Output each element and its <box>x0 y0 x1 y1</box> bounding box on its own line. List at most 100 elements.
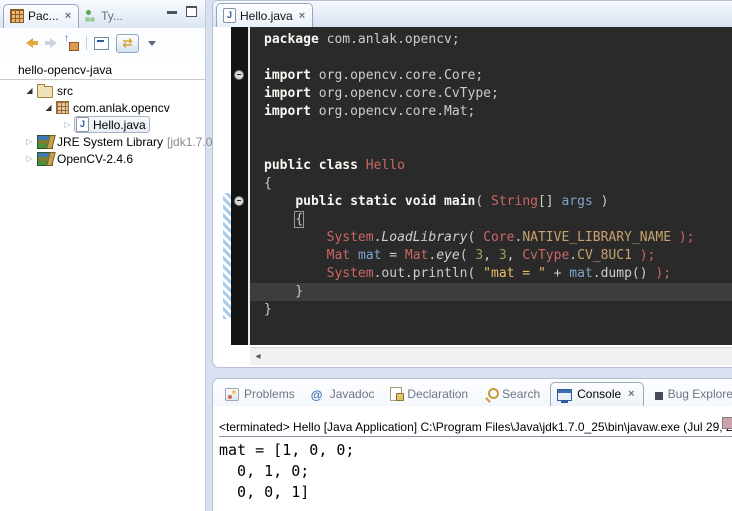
tab-label: Declaration <box>407 387 468 401</box>
tree-item-label: OpenCV-2.4.6 <box>57 152 133 166</box>
code-line-8: public class Hello <box>264 157 732 175</box>
maximize-icon[interactable] <box>186 6 197 17</box>
code-line-10: public static void main( String[] args ) <box>264 193 732 211</box>
code-line-6 <box>264 121 732 139</box>
code-line-14: System.out.println( "mat = " + mat.dump(… <box>264 265 732 283</box>
expanded-expander-icon[interactable]: ◢ <box>23 82 36 99</box>
eclipse-window: Pac... × Ty... ⇄ hello-opencv-java◢src◢c… <box>0 0 732 511</box>
tree-item-content[interactable]: src <box>36 84 76 98</box>
tree-item-content[interactable]: com.anlak.opencv <box>55 101 173 115</box>
tree-item-content[interactable]: OpenCV-2.4.6 <box>36 152 136 166</box>
tab-label: Search <box>502 387 540 401</box>
tree-item-hello-opencv-java[interactable]: hello-opencv-java <box>0 61 205 78</box>
java-file-icon <box>76 117 89 132</box>
code-line-13: Mat mat = Mat.eye( 3, 3, CvType.CV_8UC1 … <box>264 247 732 265</box>
collapse-all-icon[interactable] <box>94 37 109 50</box>
code-line-2 <box>264 49 732 67</box>
search-icon <box>484 388 497 401</box>
project-tree: hello-opencv-java◢src◢com.anlak.opencv▷H… <box>0 58 205 167</box>
close-icon[interactable]: × <box>299 11 305 21</box>
editor-left-margin <box>213 27 223 345</box>
tab-label: Javadoc <box>330 387 375 401</box>
range-indicator <box>223 193 231 319</box>
collapsed-expander-icon[interactable]: ▷ <box>23 150 36 167</box>
tab-type-hierarchy[interactable]: Ty... <box>79 5 130 28</box>
tree-item-label: src <box>57 84 73 98</box>
forward-arrow-icon[interactable] <box>45 38 57 48</box>
editor-tab-bar: Hello.java × <box>213 1 732 28</box>
java-file-icon <box>223 8 236 23</box>
tree-separator <box>0 79 205 80</box>
console-icon <box>557 389 572 401</box>
console-toolbar-icon-partial[interactable] <box>722 417 732 429</box>
tab-package-explorer[interactable]: Pac... × <box>3 4 79 28</box>
problems-icon <box>225 388 239 401</box>
source-folder-icon <box>37 86 53 98</box>
tree-item-label: JRE System Library <box>57 135 163 149</box>
tree-item-opencv-2-4-6[interactable]: ▷ OpenCV-2.4.6 <box>0 150 205 167</box>
code-line-9: { <box>264 175 732 193</box>
console-title: <terminated> Hello [Java Application] C:… <box>219 420 732 437</box>
tab-declaration[interactable]: Declaration <box>384 383 476 406</box>
code-line-4: import org.opencv.core.CvType; <box>264 85 732 103</box>
tree-item-label: Hello.java <box>93 118 146 132</box>
collapsed-expander-icon[interactable]: ▷ <box>23 133 36 150</box>
collapsed-expander-icon[interactable]: ▷ <box>61 116 74 133</box>
code-line-12: System.LoadLibrary( Core.NATIVE_LIBRARY_… <box>264 229 732 247</box>
minimize-icon[interactable] <box>167 11 177 14</box>
library-icon <box>37 152 53 166</box>
scroll-left-arrow-icon[interactable]: ◂ <box>250 351 266 362</box>
type-hierarchy-icon <box>85 10 97 23</box>
console-output[interactable]: mat = [1, 0, 0; 0, 1, 0; 0, 0, 1] <box>213 437 732 503</box>
link-with-editor-icon[interactable]: ⇄ <box>116 34 139 53</box>
console-view: Problems Javadoc Declaration Search Console×… <box>212 378 732 511</box>
tab-label: Bug Explorer <box>668 387 732 401</box>
tab-hello-java[interactable]: Hello.java × <box>216 3 313 27</box>
go-up-icon[interactable] <box>64 36 79 51</box>
fold-column <box>231 27 248 345</box>
expanded-expander-icon[interactable]: ◢ <box>42 99 55 116</box>
tree-item-hello-java[interactable]: ▷ Hello.java <box>0 116 205 133</box>
left-tab-bar: Pac... × Ty... <box>0 0 205 28</box>
tree-item-src[interactable]: ◢ src <box>0 82 205 99</box>
tab-search[interactable]: Search <box>478 383 548 406</box>
view-menu-icon[interactable] <box>148 41 156 50</box>
range-indicator-column <box>223 27 231 345</box>
tab-label: Problems <box>244 387 295 401</box>
tree-item-com-anlak-opencv[interactable]: ◢com.anlak.opencv <box>0 99 205 116</box>
code-line-11: { <box>264 211 732 229</box>
library-icon <box>37 135 53 149</box>
code-area[interactable]: package com.anlak.opencv; import org.ope… <box>250 27 732 345</box>
code-line-7 <box>264 139 732 157</box>
tree-item-decorator: [jdk1.7.0 <box>167 135 212 149</box>
declaration-icon <box>390 387 402 401</box>
tree-item-content[interactable]: JRE System Library [jdk1.7.0 <box>36 135 215 149</box>
tab-console[interactable]: Console× <box>550 382 643 406</box>
tab-label: Pac... <box>28 9 59 23</box>
close-icon[interactable]: × <box>628 389 634 399</box>
tab-problems[interactable]: Problems <box>219 383 303 406</box>
explorer-toolbar: ⇄ <box>0 28 205 58</box>
view-window-buttons <box>167 0 205 17</box>
code-line-1: package com.anlak.opencv; <box>264 31 732 49</box>
tree-item-content[interactable]: Hello.java <box>74 116 150 133</box>
fold-collapse-icon[interactable] <box>234 70 244 80</box>
tree-item-jre-system-library[interactable]: ▷JRE System Library[jdk1.7.0 <box>0 133 205 150</box>
editor-body: package com.anlak.opencv; import org.ope… <box>213 27 732 345</box>
javadoc-icon <box>311 388 325 401</box>
fold-collapse-icon[interactable] <box>234 196 244 206</box>
bug-icon <box>655 392 663 400</box>
console-tab-bar: Problems Javadoc Declaration Search Console×… <box>213 379 732 406</box>
tab-label: Ty... <box>101 9 123 23</box>
code-line-16: } <box>264 301 732 319</box>
tab-bug-explorer[interactable]: Bug Explorer <box>646 383 732 406</box>
close-icon[interactable]: × <box>65 11 71 21</box>
toolbar-separator <box>86 36 87 50</box>
code-line-5: import org.opencv.core.Mat; <box>264 103 732 121</box>
editor-tab-label: Hello.java <box>240 9 293 23</box>
code-line-15: } <box>250 283 732 301</box>
tab-javadoc[interactable]: Javadoc <box>305 383 383 406</box>
tree-item-content[interactable]: hello-opencv-java <box>17 63 115 77</box>
back-arrow-icon[interactable] <box>26 38 38 48</box>
horizontal-scrollbar[interactable]: ◂ <box>250 347 732 365</box>
